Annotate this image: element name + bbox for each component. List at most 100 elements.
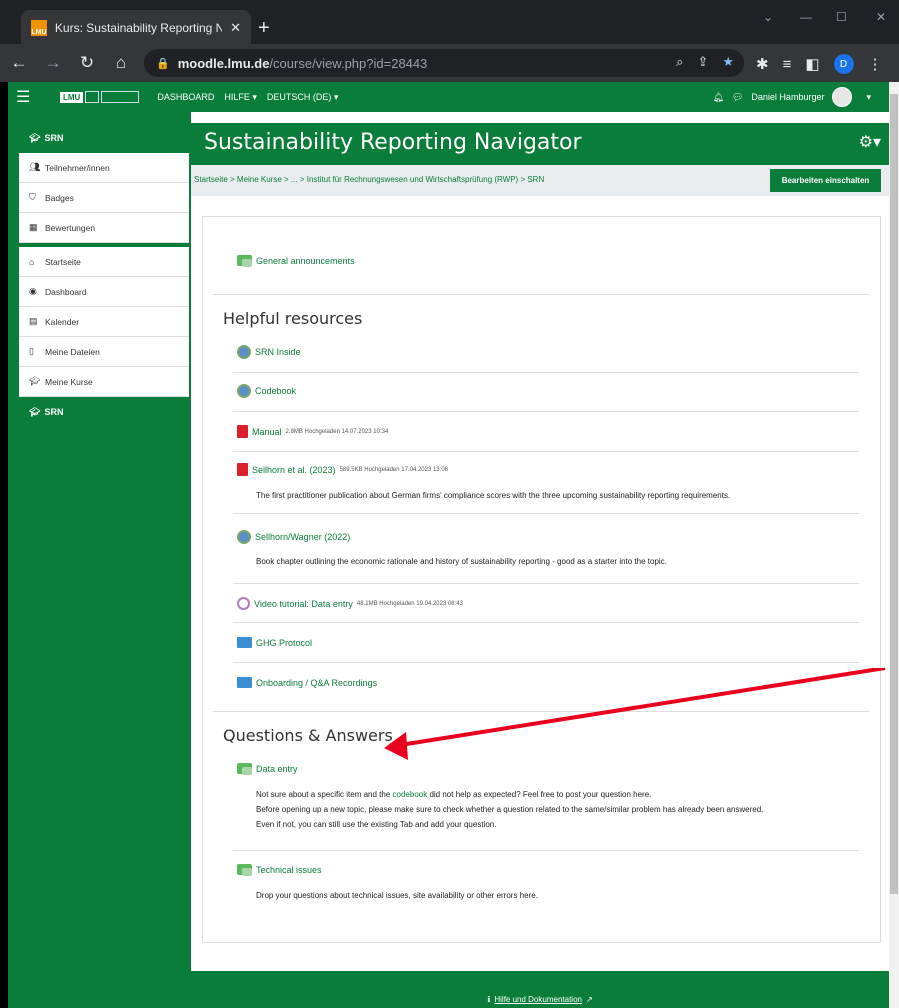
page-header: Sustainability Reporting Navigator ⚙▾: [191, 123, 889, 165]
menu-toggle-icon[interactable]: ☰: [16, 87, 38, 107]
course-block: 🎓︎ SRN 👥︎ Teilnehmer/innen ⛉ Badges ▦ Be…: [19, 123, 189, 243]
sidebar-item-badges[interactable]: ⛉ Badges: [19, 183, 189, 213]
tab-close-icon[interactable]: ✕: [230, 20, 241, 36]
edit-mode-button[interactable]: Bearbeiten einschalten: [770, 169, 881, 192]
users-icon: 👥︎: [29, 162, 41, 172]
folder-icon: [237, 677, 252, 688]
minimize-icon[interactable]: —: [800, 10, 812, 24]
sidebar-item-grades[interactable]: ▦ Bewertungen: [19, 213, 189, 243]
browser-menu-icon[interactable]: ⋮: [868, 55, 883, 73]
external-link-icon: ↗: [585, 995, 593, 1004]
reading-list-icon[interactable]: ≡: [783, 56, 792, 73]
sidebar-item-srn[interactable]: 🎓︎ SRN: [19, 397, 189, 427]
sidebar-item-dashboard[interactable]: ◉ Dashboard: [19, 277, 189, 307]
lmu-favicon-icon: LMU: [31, 20, 47, 36]
breadcrumb: Startseite > Meine Kurse > ... > Institu…: [191, 165, 889, 196]
codebook-link[interactable]: codebook: [393, 790, 428, 799]
forum-data-entry[interactable]: Data entry: [237, 763, 298, 775]
browser-window: LMU Kurs: Sustainability Reporting Na ✕ …: [0, 0, 899, 1008]
url-globe-icon: [237, 345, 251, 359]
maximize-icon[interactable]: ☐: [836, 10, 847, 24]
notification-bell-icon[interactable]: 🔔︎: [713, 92, 724, 103]
gear-icon[interactable]: ⚙▾: [859, 132, 881, 152]
share-icon[interactable]: ⇪: [697, 54, 708, 70]
avatar[interactable]: [832, 87, 853, 107]
info-icon: ℹ: [487, 995, 491, 1004]
side-panel-icon[interactable]: ◧: [805, 55, 819, 73]
resource-sellhorn-wagner[interactable]: Sellhorn/Wagner (2022): [237, 530, 350, 544]
zoom-icon[interactable]: ⌕: [676, 54, 683, 70]
pdf-icon: [237, 425, 248, 438]
folder-ghg-protocol[interactable]: GHG Protocol: [237, 637, 312, 648]
course-content: General announcements Helpful resources …: [202, 216, 881, 943]
help-docs-link[interactable]: Hilfe und Dokumentation: [494, 995, 582, 1004]
back-icon[interactable]: ←: [4, 53, 34, 73]
moodle-navbar: ☰ LMU DASHBOARD HILFE ▾ DEUTSCH (DE) ▾ 🔔…: [8, 82, 889, 112]
resource-manual[interactable]: Manual 2.8MB Hochgeladen 14.07.2023 10:3…: [237, 425, 388, 438]
sellhorn-description: The first practitioner publication about…: [256, 491, 731, 500]
url-globe-icon: [237, 530, 251, 544]
new-tab-icon[interactable]: +: [258, 18, 270, 38]
sidebar-item-my-courses[interactable]: 🎓︎ Meine Kurse: [19, 367, 189, 397]
nav-link-dashboard[interactable]: DASHBOARD: [157, 92, 214, 103]
sidebar-item-participants[interactable]: 👥︎ Teilnehmer/innen: [19, 153, 189, 183]
lock-icon: 🔒: [156, 57, 170, 70]
sellhorn-wagner-description: Book chapter outlining the economic rati…: [256, 557, 667, 566]
resource-video-tutorial[interactable]: Video tutorial: Data entry 48.1MB Hochge…: [237, 597, 463, 610]
tab-title: Kurs: Sustainability Reporting Na: [54, 21, 223, 35]
main-region: Sustainability Reporting Navigator ⚙▾ St…: [191, 112, 889, 1008]
extensions-icon[interactable]: ✱: [756, 55, 769, 73]
forward-icon[interactable]: →: [38, 53, 68, 73]
url-host: moodle.lmu.de: [177, 55, 270, 71]
profile-avatar[interactable]: D: [833, 54, 854, 74]
forum-icon: [237, 255, 252, 267]
bookmark-star-icon[interactable]: ★: [722, 54, 734, 70]
lmu-logo[interactable]: LMU: [60, 91, 140, 103]
breadcrumb-text[interactable]: Startseite > Meine Kurse > ... > Institu…: [194, 175, 544, 184]
sidebar-item-home[interactable]: ⌂ Startseite: [19, 247, 189, 277]
sidebar: 🎓︎ SRN 👥︎ Teilnehmer/innen ⛉ Badges ▦ Be…: [8, 112, 191, 1008]
technical-issues-description: Drop your questions about technical issu…: [256, 891, 538, 900]
forum-icon: [237, 763, 252, 775]
forum-icon: [237, 864, 252, 876]
annotation-arrow: [384, 668, 886, 760]
window-menu-icon[interactable]: ⌄: [763, 10, 773, 24]
browser-tab[interactable]: LMU Kurs: Sustainability Reporting Na ✕: [21, 10, 251, 46]
page-title: Sustainability Reporting Navigator: [204, 130, 582, 155]
data-entry-description: Not sure about a specific item and the c…: [256, 790, 764, 829]
url-path: /course/view.php?id=28443: [269, 55, 428, 71]
graduation-cap-icon: 🎓︎: [29, 132, 41, 143]
table-icon: ▦: [29, 222, 38, 232]
forum-technical-issues[interactable]: Technical issues: [237, 864, 322, 876]
resource-srn-inside[interactable]: SRN Inside: [237, 345, 301, 359]
user-name[interactable]: Daniel Hamburger: [751, 92, 824, 102]
resource-codebook[interactable]: Codebook: [237, 384, 296, 398]
dashboard-icon: ◉: [29, 286, 37, 296]
resource-sellhorn[interactable]: Sellhorn et al. (2023) 589.5KB Hochgelad…: [237, 463, 448, 476]
file-icon: ▯: [29, 346, 34, 356]
messages-icon[interactable]: 💬︎: [732, 92, 743, 103]
nav-link-help[interactable]: HILFE ▾: [224, 92, 257, 103]
sidebar-item-files[interactable]: ▯ Meine Dateien: [19, 337, 189, 367]
footer: ℹ Hilfe und Dokumentation ↗: [191, 971, 889, 1008]
close-window-icon[interactable]: ✕: [876, 10, 886, 24]
scroll-thumb[interactable]: [890, 94, 898, 894]
calendar-icon: ▤: [29, 316, 38, 326]
home-icon[interactable]: ⌂: [106, 53, 136, 73]
sidebar-item-calendar[interactable]: ▤ Kalender: [19, 307, 189, 337]
pdf-icon: [237, 463, 248, 476]
page-scrollbar[interactable]: [889, 82, 899, 1008]
home-icon: ⌂: [29, 256, 35, 267]
address-bar[interactable]: 🔒 moodle.lmu.de /course/view.php?id=2844…: [144, 49, 744, 77]
nav-link-language[interactable]: DEUTSCH (DE) ▾: [267, 92, 339, 103]
reload-icon[interactable]: ↻: [72, 53, 102, 73]
section-title-helpful-resources: Helpful resources: [223, 309, 363, 328]
folder-icon: [237, 637, 252, 648]
url-globe-icon: [237, 384, 251, 398]
folder-onboarding[interactable]: Onboarding / Q&A Recordings: [237, 677, 377, 688]
forum-general-announcements[interactable]: General announcements: [237, 255, 355, 267]
user-menu-caret-icon[interactable]: ▾: [866, 92, 871, 103]
sidebar-course-title[interactable]: 🎓︎ SRN: [19, 123, 189, 153]
video-icon: [237, 597, 250, 610]
graduation-cap-icon: 🎓︎: [29, 406, 41, 417]
